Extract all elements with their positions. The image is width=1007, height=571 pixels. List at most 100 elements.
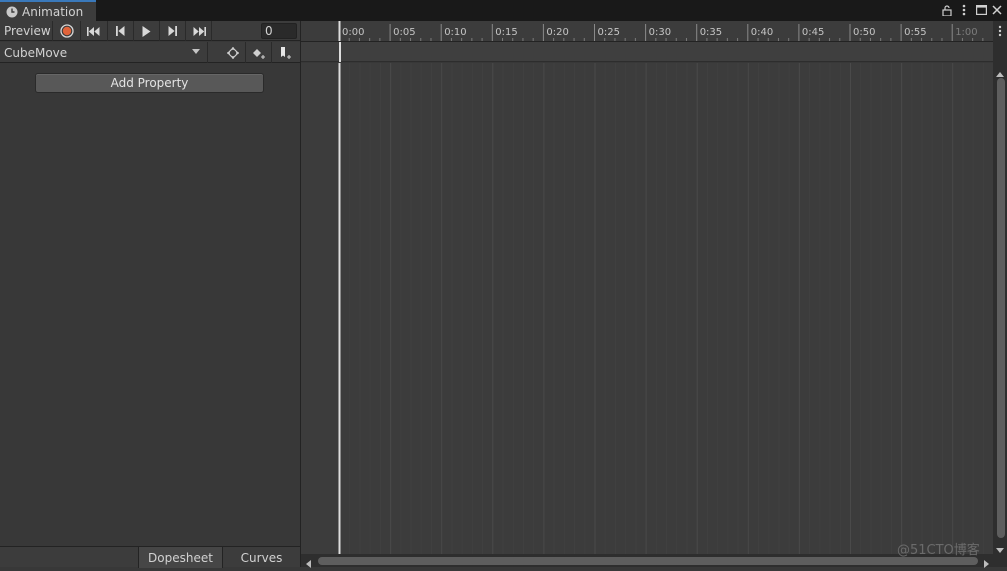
last-keyframe-icon (192, 26, 206, 36)
grid-major-line (492, 63, 494, 554)
grid-minor-line (553, 63, 555, 554)
grid-major-line (543, 63, 545, 554)
grid-minor-line (941, 63, 943, 554)
scroll-down-icon[interactable] (996, 542, 1004, 556)
tab-title: Animation (22, 4, 84, 19)
grid-minor-line (931, 63, 933, 554)
record-icon (60, 24, 74, 38)
grid-minor-line (522, 63, 524, 554)
play-button[interactable] (134, 21, 160, 41)
grid-major-line (696, 63, 698, 554)
grid-minor-line (706, 63, 708, 554)
ruler-tick-label: 0:20 (546, 27, 568, 38)
tab-curves[interactable]: Curves (222, 547, 300, 568)
clock-icon (6, 6, 18, 18)
grid-minor-line (430, 63, 432, 554)
vertical-scrollbar[interactable] (997, 78, 1005, 538)
grid-major-line (441, 63, 443, 554)
grid-minor-line (880, 63, 882, 554)
grid-minor-line (819, 63, 821, 554)
first-keyframe-button[interactable] (81, 21, 108, 41)
grid-minor-line (400, 63, 402, 554)
grid-minor-line (676, 63, 678, 554)
grid-minor-line (870, 63, 872, 554)
grid-major-line (747, 63, 749, 554)
dopesheet-grid[interactable] (301, 63, 993, 554)
grid-minor-line (758, 63, 760, 554)
ruler-tick-label: 0:30 (649, 27, 671, 38)
close-icon[interactable] (990, 3, 1004, 17)
grid-major-line (645, 63, 647, 554)
grid-minor-line (625, 63, 627, 554)
clip-row: CubeMove (0, 42, 300, 63)
preview-label: Preview (4, 24, 51, 38)
next-frame-icon (168, 26, 177, 36)
grid-minor-line (839, 63, 841, 554)
property-panel (0, 21, 300, 567)
add-property-button[interactable]: Add Property (35, 73, 264, 93)
grid-minor-line (860, 63, 862, 554)
previous-frame-icon (116, 26, 125, 36)
grid-minor-line (502, 63, 504, 554)
chevron-down-icon (192, 49, 200, 54)
previous-frame-button[interactable] (108, 21, 134, 41)
grid-major-line (850, 63, 851, 554)
ruler-tick-label: 0:10 (444, 27, 466, 38)
playhead-marker[interactable] (338, 21, 341, 42)
time-ruler[interactable]: 0:00 0:05 0:10 0:15 0:20 0:25 0:30 0:35 0:40 0:45… (301, 21, 993, 42)
grid-minor-line (717, 63, 719, 554)
tab-dopesheet-label: Dopesheet (148, 550, 213, 565)
add-property-label: Add Property (110, 76, 189, 90)
filter-keyframes-icon (226, 46, 239, 59)
kebab-menu-icon[interactable] (996, 25, 1004, 37)
grid-major-line (798, 63, 800, 554)
grid-minor-line (369, 63, 371, 554)
last-keyframe-button[interactable] (186, 21, 212, 41)
grid-minor-line (829, 63, 831, 554)
grid-minor-line (655, 63, 657, 554)
grid-minor-line (890, 63, 892, 554)
scroll-left-icon[interactable] (306, 557, 311, 571)
add-event-button[interactable] (272, 42, 298, 63)
clip-selector[interactable]: CubeMove (0, 42, 208, 63)
grid-minor-line (809, 63, 811, 554)
tab-animation[interactable]: Animation (0, 0, 96, 21)
add-keyframe-button[interactable] (246, 42, 272, 63)
grid-minor-line (921, 63, 923, 554)
horizontal-scrollbar[interactable] (318, 557, 978, 565)
ruler-tick-label: 0:15 (495, 27, 517, 38)
grid-minor-line (482, 63, 484, 554)
window-tab-bar: Animation (0, 0, 1007, 21)
filter-keyframes-button[interactable] (220, 42, 246, 63)
kebab-menu-icon[interactable] (957, 3, 971, 17)
grid-minor-line (359, 63, 361, 554)
tab-curves-label: Curves (240, 550, 283, 565)
view-mode-bar: Dopesheet Curves (0, 546, 300, 568)
grid-minor-line (604, 63, 606, 554)
grid-minor-line (666, 63, 668, 554)
grid-minor-line (533, 63, 535, 554)
grid-minor-line (962, 63, 964, 554)
grid-minor-line (635, 63, 637, 554)
record-button[interactable] (54, 21, 81, 41)
grid-minor-line (778, 63, 780, 554)
first-keyframe-icon (87, 26, 101, 36)
ruler-tick-label: 0:55 (904, 27, 926, 38)
frame-input[interactable]: 0 (261, 23, 297, 39)
grid-minor-line (420, 63, 422, 554)
grid-minor-line (788, 63, 790, 554)
grid-minor-line (563, 63, 565, 554)
next-frame-button[interactable] (160, 21, 186, 41)
grid-minor-line (768, 63, 770, 554)
lock-icon[interactable] (940, 3, 954, 17)
preview-toggle[interactable]: Preview (0, 21, 53, 41)
maximize-icon[interactable] (974, 3, 988, 17)
event-track[interactable] (301, 42, 993, 62)
tab-dopesheet[interactable]: Dopesheet (138, 547, 222, 568)
ruler-tick-label: 0:50 (853, 27, 875, 38)
scroll-right-icon[interactable] (984, 557, 989, 571)
playhead-line[interactable] (338, 63, 341, 554)
watermark: @51CTO博客 (897, 543, 980, 558)
grid-lines (338, 63, 984, 554)
ruler-tick-label: 0:40 (751, 27, 773, 38)
